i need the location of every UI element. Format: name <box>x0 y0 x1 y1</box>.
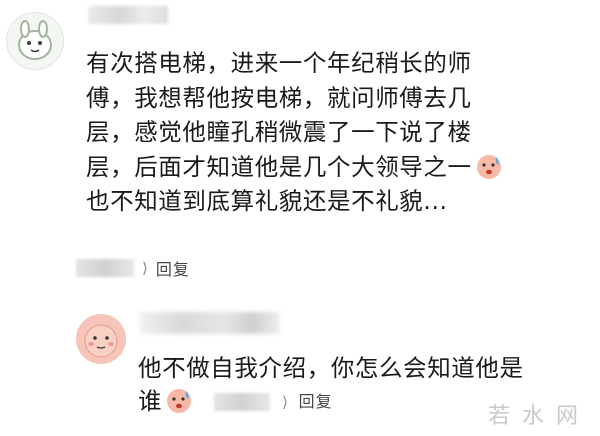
reply-icon[interactable]: ⟩ <box>282 393 288 411</box>
reply-username-blurred[interactable] <box>140 312 280 334</box>
comment-text: 有次搭电梯，进来一个年纪稍长的师 傅，我想帮他按电梯，就问师傅去几 层，感觉他瞳… <box>86 46 556 219</box>
comment-line-with-emoji: 层，后面才知道他是几个大领导之一 <box>86 150 556 185</box>
timestamp-blurred <box>76 259 134 277</box>
username-blurred[interactable] <box>88 6 168 24</box>
crying-face-icon <box>167 389 192 413</box>
reply-line: 他不做自我介绍，你怎么会知道他是 <box>138 354 524 382</box>
crying-face-icon <box>476 154 501 179</box>
reply-button[interactable]: 回复 <box>156 256 190 280</box>
comment-line: 有次搭电梯，进来一个年纪稍长的师 <box>86 49 472 77</box>
cartoon-avatar-icon <box>7 13 63 69</box>
watermark: 若水网 <box>487 404 590 429</box>
comment-meta: ⟩ 回复 <box>76 256 190 280</box>
reply-timestamp-blurred <box>214 393 271 411</box>
blushing-face-icon <box>76 314 126 364</box>
reply-button[interactable]: 回复 <box>299 392 333 411</box>
comment-line: 傅，我想帮他按电梯，就问师傅去几 <box>86 83 472 112</box>
comment-line: 层，感觉他瞳孔稍微震了一下说了楼 <box>86 118 472 146</box>
reply-icon[interactable]: ⟩ <box>142 259 148 277</box>
comment-line: 也不知道到底算礼貌还是不礼貌... <box>86 187 448 215</box>
avatar[interactable] <box>6 12 64 70</box>
reply-avatar[interactable] <box>76 314 126 364</box>
reply-line: 谁 <box>138 387 163 415</box>
comment-line: 层，后面才知道他是几个大领导之一 <box>86 152 472 181</box>
